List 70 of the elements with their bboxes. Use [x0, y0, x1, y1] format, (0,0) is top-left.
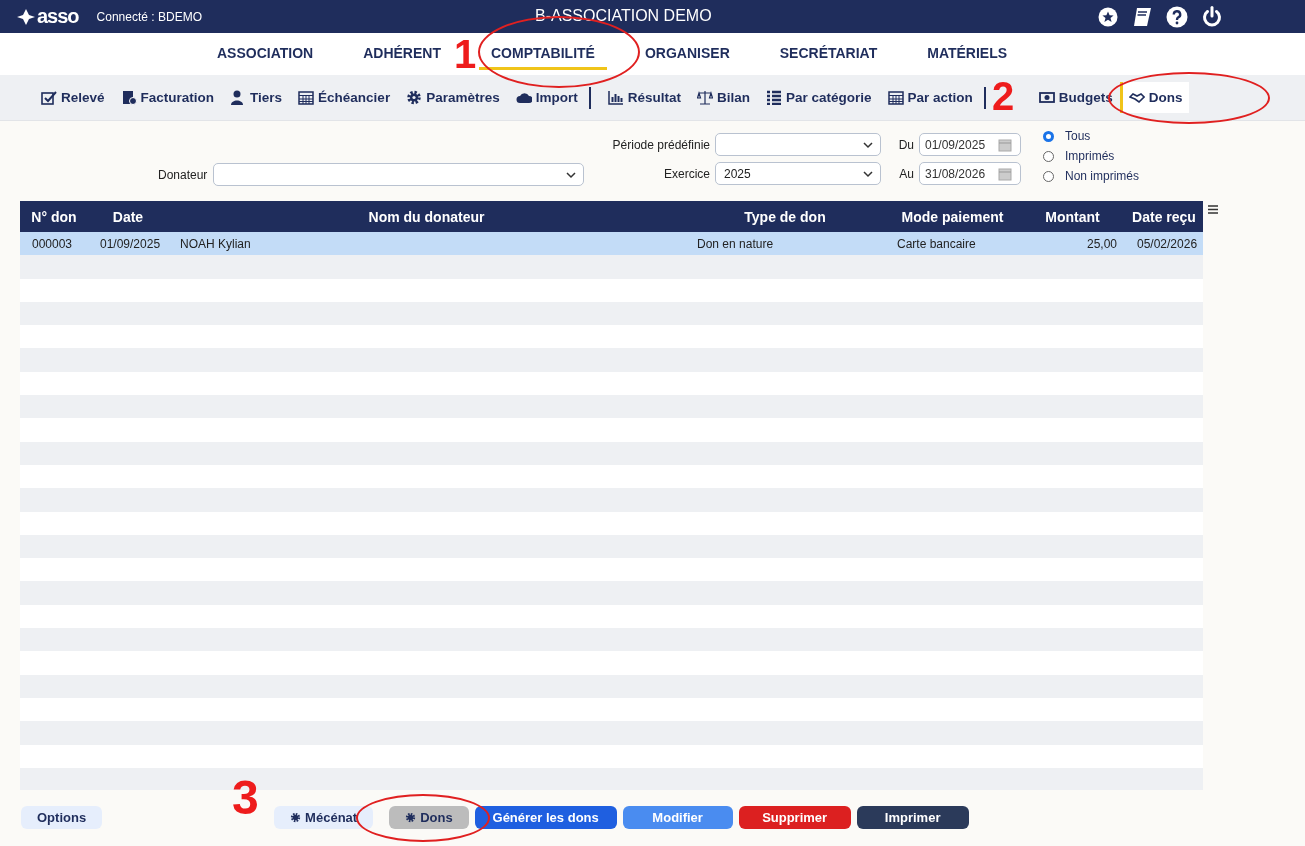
field-label: Exercice [663, 166, 711, 181]
invoice-icon [120, 90, 137, 105]
date-field[interactable]: 01/09/2025 [919, 133, 1021, 156]
menu-tab[interactable]: SECRÉTARIAT [767, 38, 890, 70]
toolbar-tab[interactable]: Import [506, 82, 584, 113]
chevron-icon [863, 171, 873, 178]
annotation-number: 1 [454, 34, 477, 74]
toolbar-tab[interactable]: Par action [878, 82, 979, 113]
action-button[interactable]: Mécénat [274, 806, 374, 829]
user-label: Connecté : BDEMO [96, 9, 202, 24]
app-title: B-ASSOCIATION DEMO [535, 7, 712, 25]
menu-tab[interactable]: COMPTABILITÉ [479, 38, 607, 70]
check-icon [41, 90, 57, 105]
logo[interactable]: asso [16, 5, 79, 28]
radio-option[interactable]: Imprimés [1043, 149, 1139, 163]
toolbar-tab[interactable]: Tiers [221, 82, 289, 113]
action-button[interactable]: Dons [389, 806, 469, 829]
chevron-icon [566, 172, 577, 179]
column-header[interactable]: N° don [20, 201, 88, 232]
menu-icon[interactable] [1208, 205, 1218, 214]
book-icon[interactable] [1131, 5, 1153, 28]
bar-chart-icon [607, 90, 624, 105]
gear-icon [406, 90, 423, 105]
table-row[interactable]: 000003 01/09/2025 NOAH Kylian Don en nature Carte bancaire 25,00 05/02/2026 [20, 232, 1203, 256]
chevron-icon [863, 142, 873, 149]
toolbar-tab[interactable]: Par catégorie [757, 82, 878, 113]
annotation-number: 3 [232, 774, 259, 822]
field-label: Du [897, 137, 915, 152]
column-header[interactable]: Type de don [685, 201, 885, 232]
menu-tab[interactable]: MATÉRIELS [915, 38, 1020, 70]
column-header[interactable]: Date [88, 201, 168, 232]
field-label: Donateur [158, 167, 208, 182]
calendar-icon [998, 137, 1012, 152]
calendar-icon [298, 90, 315, 105]
date-field[interactable]: 31/08/2026 [919, 162, 1021, 185]
toolbar-tab[interactable]: Bilan [687, 82, 756, 113]
power-icon[interactable] [1201, 5, 1223, 28]
help-icon[interactable] [1166, 5, 1188, 28]
menu-tab[interactable]: ORGANISER [632, 38, 742, 70]
radio-option[interactable]: Tous [1043, 129, 1139, 143]
toolbar-tab[interactable]: Paramètres [397, 82, 506, 113]
toolbar-tab[interactable]: Relevé [32, 82, 111, 113]
banknote-icon [1038, 90, 1055, 105]
action-button[interactable]: Options [21, 806, 103, 829]
toolbar-tab[interactable]: Dons [1119, 82, 1189, 113]
scales-icon [696, 90, 713, 105]
menu-tab[interactable]: ADHÉRENT [351, 38, 453, 70]
radio-option[interactable]: Non imprimés [1043, 169, 1139, 183]
menu-tab[interactable]: ASSOCIATION [205, 38, 326, 70]
calendar-icon [998, 166, 1012, 181]
gear-icon [290, 812, 302, 823]
calendar-icon [887, 90, 904, 105]
toolbar-tab[interactable]: Échéancier [289, 82, 397, 113]
year-select[interactable]: 2025 [715, 162, 881, 185]
column-header[interactable]: Mode paiement [885, 201, 1020, 232]
handshake-icon [1128, 90, 1145, 105]
field-label: Au [898, 166, 915, 181]
column-header[interactable]: Montant [1020, 201, 1125, 232]
action-button[interactable]: Supprimer [738, 806, 851, 829]
column-header[interactable]: Nom du donateur [168, 201, 685, 232]
list-icon [766, 90, 782, 105]
cloud-icon [515, 90, 532, 105]
field-label: Période prédéfinie [611, 137, 711, 152]
column-header[interactable]: Date reçu [1125, 201, 1203, 232]
toolbar-tab[interactable]: Facturation [111, 82, 221, 113]
action-button[interactable]: Imprimer [856, 806, 969, 829]
toolbar-tab[interactable]: Résultat [598, 82, 687, 113]
action-button[interactable]: Générer les dons [474, 806, 617, 829]
gear-icon [405, 812, 417, 823]
annotation-number: 2 [992, 76, 1015, 116]
